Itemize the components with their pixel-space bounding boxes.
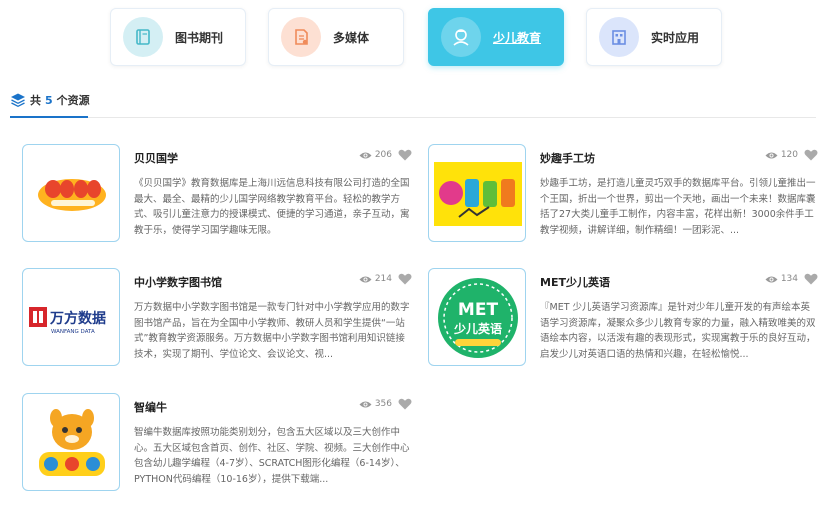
tab-realtime-apps[interactable]: 实时应用 bbox=[586, 8, 722, 66]
view-count: 206 bbox=[359, 150, 392, 160]
tab-label: 多媒体 bbox=[333, 30, 370, 45]
resource-title[interactable]: 贝贝国学 bbox=[134, 150, 178, 166]
eye-icon bbox=[765, 152, 778, 158]
wanfang-logo-subtext: WANFANG DATA bbox=[51, 329, 95, 335]
tab-label: 实时应用 bbox=[651, 30, 700, 45]
resource-thumbnail[interactable]: 万方数据 WANFANG DATA bbox=[22, 268, 120, 366]
count-number: 5 bbox=[45, 93, 53, 107]
view-count: 134 bbox=[765, 274, 798, 284]
resource-description: 智编牛数据库按照功能类别划分，包含五大区域以及三大创作中心。五大区域包含首页、创… bbox=[134, 427, 410, 485]
count-prefix: 共 bbox=[30, 94, 41, 107]
view-count-value: 134 bbox=[780, 274, 798, 284]
resource-card-miaoqu[interactable]: 妙趣手工坊 120 妙趣手工坊，是打造儿童灵巧双手的数据库平台。引领儿童推出一个… bbox=[428, 144, 818, 244]
child-education-icon bbox=[441, 17, 481, 57]
resource-count-bar: 共 5 个资源 bbox=[10, 88, 816, 118]
resource-card-wanfang[interactable]: 万方数据 WANFANG DATA 中小学数字图书馆 214 万方数据中小学数字… bbox=[22, 268, 412, 368]
layers-icon bbox=[11, 93, 25, 108]
heart-icon[interactable] bbox=[398, 398, 412, 410]
view-count-value: 120 bbox=[780, 150, 798, 160]
building-app-icon bbox=[599, 17, 639, 57]
eye-icon bbox=[765, 276, 778, 282]
eye-icon bbox=[359, 401, 372, 407]
heart-icon[interactable] bbox=[398, 149, 412, 161]
category-tabs: 图书期刊 多媒体 少儿教育 实时应用 bbox=[110, 8, 722, 66]
resource-card-beibei[interactable]: 贝贝国学 206 《贝贝国学》教育数据库是上海川远信息科技有限公司打造的全国最大… bbox=[22, 144, 412, 244]
resource-title[interactable]: 妙趣手工坊 bbox=[540, 150, 595, 166]
tab-multimedia[interactable]: 多媒体 bbox=[268, 8, 404, 66]
wanfang-logo-image: 万方数据 WANFANG DATA bbox=[29, 307, 106, 335]
heart-icon[interactable] bbox=[804, 273, 818, 285]
resource-card-met[interactable]: MET 少儿英语 MET少儿英语 134 『MET 少儿英语学习资源库』是针对少… bbox=[428, 268, 818, 368]
resource-card-zhibianniu[interactable]: 智编牛 356 智编牛数据库按照功能类别划分，包含五大区域以及三大创作中心。五大… bbox=[22, 393, 412, 493]
wanfang-logo-text: 万方数据 bbox=[49, 310, 106, 327]
view-count-value: 206 bbox=[374, 150, 392, 160]
multimedia-doc-icon bbox=[281, 17, 321, 57]
resource-thumbnail[interactable] bbox=[428, 144, 526, 242]
eye-icon bbox=[359, 152, 372, 158]
view-count: 120 bbox=[765, 150, 798, 160]
tab-label: 少儿教育 bbox=[493, 30, 542, 45]
resource-title[interactable]: 中小学数字图书馆 bbox=[134, 274, 222, 290]
tab-label: 图书期刊 bbox=[175, 30, 224, 45]
met-logo-text: MET bbox=[458, 300, 499, 320]
count-suffix: 个资源 bbox=[56, 94, 90, 107]
eye-icon bbox=[359, 276, 372, 282]
resource-description: 『MET 少儿英语学习资源库』是针对少年儿童开发的有声绘本英语学习资源库，凝聚众… bbox=[540, 302, 816, 360]
resource-thumbnail[interactable] bbox=[22, 393, 120, 491]
met-logo-subtext: 少儿英语 bbox=[453, 321, 502, 336]
heart-icon[interactable] bbox=[804, 149, 818, 161]
resource-description: 妙趣手工坊，是打造儿童灵巧双手的数据库平台。引领儿童推出一个王国，折出一个世界，… bbox=[540, 178, 816, 236]
resource-description: 《贝贝国学》教育数据库是上海川远信息科技有限公司打造的全国最大、最全、最精的少儿… bbox=[134, 178, 410, 236]
beibei-logo-image bbox=[38, 179, 106, 211]
resource-title[interactable]: MET少儿英语 bbox=[540, 274, 610, 290]
resource-thumbnail[interactable] bbox=[22, 144, 120, 242]
miaoqu-logo-image bbox=[434, 162, 522, 226]
heart-icon[interactable] bbox=[398, 273, 412, 285]
tab-child-education[interactable]: 少儿教育 bbox=[428, 8, 564, 66]
view-count: 356 bbox=[359, 399, 392, 409]
resource-thumbnail[interactable]: MET 少儿英语 bbox=[428, 268, 526, 366]
resource-description: 万方数据中小学数字图书馆是一款专门针对中小学教学应用的数字图书馆产品，旨在为全国… bbox=[134, 302, 410, 360]
view-count: 214 bbox=[359, 274, 392, 284]
book-icon bbox=[123, 17, 163, 57]
resource-count: 共 5 个资源 bbox=[10, 90, 90, 110]
zhibianniu-logo-image bbox=[39, 409, 105, 476]
count-underline bbox=[10, 116, 88, 118]
tab-books-journals[interactable]: 图书期刊 bbox=[110, 8, 246, 66]
resource-title[interactable]: 智编牛 bbox=[134, 399, 167, 415]
view-count-value: 356 bbox=[374, 399, 392, 409]
met-logo-image: MET 少儿英语 bbox=[438, 278, 518, 358]
view-count-value: 214 bbox=[374, 274, 392, 284]
